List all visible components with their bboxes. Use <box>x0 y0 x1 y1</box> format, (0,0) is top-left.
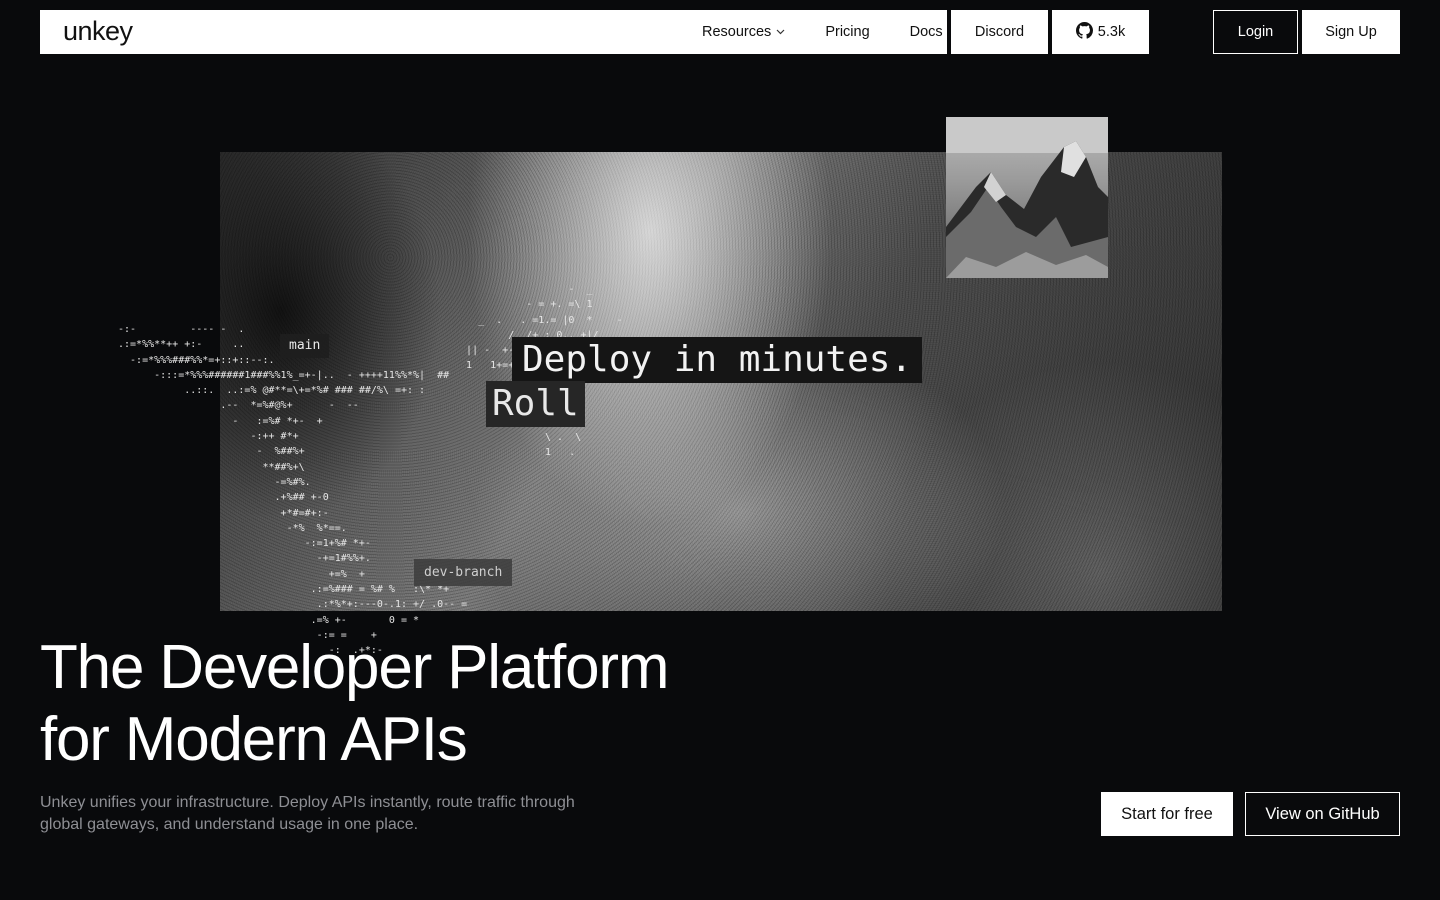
mountain-image <box>946 117 1108 278</box>
nav-resources[interactable]: Resources <box>682 10 805 54</box>
headline-line-1: The Developer Platform <box>40 633 670 702</box>
discord-button[interactable]: Discord <box>951 10 1048 54</box>
signup-button[interactable]: Sign Up <box>1302 10 1400 54</box>
hero-headline: The Developer Platform for Modern APIs <box>40 632 760 776</box>
github-icon <box>1075 21 1093 43</box>
github-stars-button[interactable]: 5.3k <box>1052 10 1149 54</box>
branch-tag-main: main <box>280 334 330 358</box>
branch-tag-dev: dev-branch <box>414 559 513 586</box>
github-stars-count: 5.3k <box>1097 24 1126 40</box>
start-for-free-button[interactable]: Start for free <box>1101 792 1233 836</box>
roll-caption: Roll <box>486 381 585 427</box>
nav-pricing[interactable]: Pricing <box>805 10 889 54</box>
login-button[interactable]: Login <box>1213 10 1298 54</box>
ascii-art-tail: \ . \ 1 . <box>545 432 582 459</box>
chevron-down-icon <box>776 27 785 37</box>
hero-subtext: Unkey unifies your infrastructure. Deplo… <box>40 794 575 833</box>
headline-line-2: for Modern APIs <box>40 705 468 774</box>
ascii-art-left: -:- ---- - . .:=*%%**++ +:- .. -:=*%%%##… <box>118 324 468 657</box>
navbar: unkey Resources Pricing Docs <box>40 10 947 54</box>
nav-links: Resources Pricing Docs <box>682 10 963 54</box>
deploy-caption: Deploy in minutes. <box>512 337 923 383</box>
nav-resources-label: Resources <box>702 24 772 40</box>
unkey-logo[interactable]: unkey <box>63 16 133 47</box>
view-on-github-button[interactable]: View on GitHub <box>1245 792 1400 836</box>
